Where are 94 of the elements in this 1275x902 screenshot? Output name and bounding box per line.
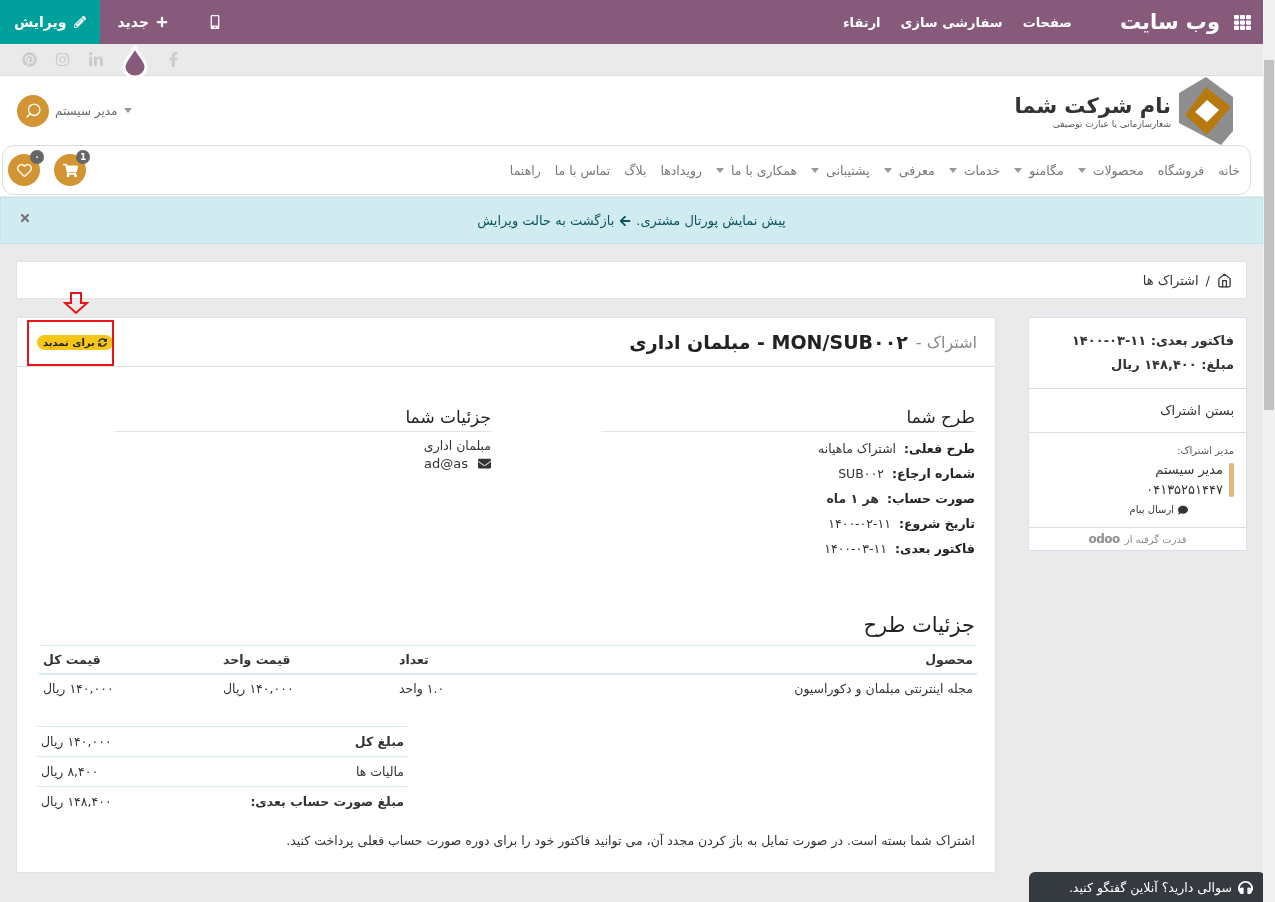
status-badge: برای تمدید (37, 334, 113, 350)
cart-icon (62, 162, 78, 178)
cart-count: 1 (76, 150, 90, 164)
field-label: فاکتور بعدی: (894, 541, 975, 556)
home-icon[interactable] (1217, 272, 1232, 288)
plus-icon (156, 16, 169, 28)
customer-name: مبلمان اداری (422, 437, 491, 456)
close-button[interactable] (19, 212, 31, 224)
speech-bubble-icon (1178, 504, 1188, 515)
avatar-icon (1229, 463, 1234, 497)
total-label: مبلغ کل (158, 726, 408, 757)
company-tagline: شعارسازمانی یا عبارت توصیفی (1052, 118, 1171, 129)
pencil-icon (73, 16, 86, 28)
email: ad@as (424, 456, 468, 471)
manager-label: مدیر اشتراک: (1176, 445, 1234, 456)
powered-by-text: قدرت گرفته از (1124, 533, 1187, 545)
table-cell: مجله اینترنتی مبلمان و دکوراسیون (545, 674, 977, 702)
field-value: ۱۴۰۰-۰۳-۱۱ (824, 541, 887, 556)
refresh-icon (97, 337, 107, 347)
scrollbar-thumb[interactable] (1264, 60, 1274, 410)
nav-item[interactable]: خدمات (948, 162, 1001, 178)
instagram-icon[interactable] (55, 52, 70, 67)
down-arrow-icon (63, 291, 89, 315)
field-value: SUB۰۰۲ (838, 466, 884, 481)
nav-item[interactable]: محصولات (1077, 162, 1144, 178)
next-invoice: فاکتور بعدی: ۱۱-۰۳-۱۴۰۰ (1070, 332, 1234, 350)
facebook-icon[interactable] (166, 52, 181, 67)
section-heading: طرح شما (601, 407, 975, 432)
nav-item[interactable]: راهنما (509, 162, 541, 178)
back-to-edit-link[interactable]: بازگشت به حالت ویرایش (477, 213, 632, 228)
user-menu[interactable]: مدیر سیستم (55, 103, 118, 118)
odoo-logo[interactable]: odoo (1088, 532, 1120, 546)
top-menu-item[interactable]: سفارشی سازی (900, 14, 1003, 30)
column-header: قیمت واحد (219, 645, 395, 674)
caret-icon[interactable] (123, 108, 132, 113)
app-title: وب سایت (1119, 10, 1220, 34)
send-message-link[interactable]: ارسال پیام (1041, 504, 1188, 515)
total-label: مبلغ صورت حساب بعدی: (158, 786, 408, 817)
field-value: ۱۴۰۰-۰۲-۱۱ (828, 516, 891, 531)
drop-icon[interactable] (122, 44, 148, 77)
apps-menu-icon[interactable] (1234, 13, 1251, 31)
top-menu-item[interactable]: ارتقاء (842, 14, 881, 30)
scrollbar[interactable] (1263, 0, 1275, 902)
nav-item[interactable]: پشتیبانی (811, 162, 870, 178)
field-value: هر ۱ ماه (826, 491, 879, 506)
nav-item[interactable]: فروشگاه (1157, 162, 1205, 178)
nav-item[interactable]: معرفی (883, 162, 935, 178)
nav-item[interactable]: همکاری با ما (715, 162, 798, 178)
table-cell: ۱۴۰,۰۰۰ ریال (39, 674, 219, 702)
total-value: ۸,۴۰۰ ریال (37, 756, 159, 787)
column-header: قیمت کل (39, 645, 219, 674)
search-button[interactable] (17, 94, 49, 127)
linkedin-icon[interactable] (88, 51, 104, 68)
section-heading: جزئیات طرح (862, 613, 975, 637)
breadcrumb-item[interactable]: اشتراک ها (1142, 272, 1199, 288)
nav-item[interactable]: تماس با ما (554, 162, 611, 178)
field-label: طرح فعلی: (904, 441, 975, 456)
field-label: تاریخ شروع: (899, 516, 975, 531)
field-label: صورت حساب: (887, 491, 975, 506)
arrow-left-icon (619, 214, 632, 227)
amount: مبلغ: ۱۴۸,۴۰۰ ریال (1110, 356, 1234, 374)
pinterest-icon[interactable] (22, 52, 37, 67)
nav-item[interactable]: خانه (1218, 162, 1240, 178)
section-heading: جزئیات شما (115, 407, 491, 432)
table-cell: ۱۴۰,۰۰۰ ریال (219, 674, 395, 702)
manager-phone: ۰۴۱۳۵۲۵۱۴۴۷ (1146, 481, 1223, 499)
field-value: اشتراک ماهیانه (818, 441, 897, 456)
column-header: تعداد (395, 645, 545, 674)
top-menu-item[interactable]: صفحات (1022, 14, 1072, 30)
envelope-icon (478, 457, 491, 470)
live-chat-button[interactable]: سوالی دارید؟ آنلاین گفتگو کنید. (1029, 872, 1265, 902)
field-label: شماره ارجاع: (892, 466, 975, 481)
close-subscription-link[interactable]: بستن اشتراک (1041, 397, 1234, 424)
total-value: ۱۴۸,۴۰۰ ریال (37, 786, 159, 817)
company-name: نام شرکت شما (1014, 92, 1171, 119)
total-value: ۱۴۰,۰۰۰ ریال (37, 726, 159, 757)
title-prefix: اشتراک - (915, 332, 977, 352)
search-icon (24, 102, 42, 119)
column-header: محصول (545, 645, 977, 674)
nav-item[interactable]: بلاگ (624, 162, 647, 178)
closed-notice: اشتراک شما بسته است. در صورت تمایل به باز کردن مجدد آن، می توانید فاکتور خود را برای دوره صورت حساب فعلی پرداخت کنید. (285, 832, 975, 848)
nav-item[interactable]: مگامنو (1014, 162, 1064, 178)
heart-icon (16, 162, 32, 178)
edit-button[interactable]: ویرایش (0, 0, 100, 44)
total-label: مالیات ها (158, 756, 408, 787)
wishlist-count: ۰ (30, 150, 44, 164)
subscription-title: MON/SUB۰۰۲ - مبلمان اداری (629, 331, 908, 353)
breadcrumb-separator: / (1205, 272, 1210, 288)
alert-text: پیش نمایش پورتال مشتری. (636, 213, 786, 228)
table-cell: ۱.۰ واحد (395, 674, 545, 702)
headset-icon (1238, 879, 1253, 895)
close-icon (19, 212, 31, 224)
manager-name: مدیر سیستم (1154, 461, 1223, 480)
nav-item[interactable]: رویدادها (660, 162, 702, 178)
